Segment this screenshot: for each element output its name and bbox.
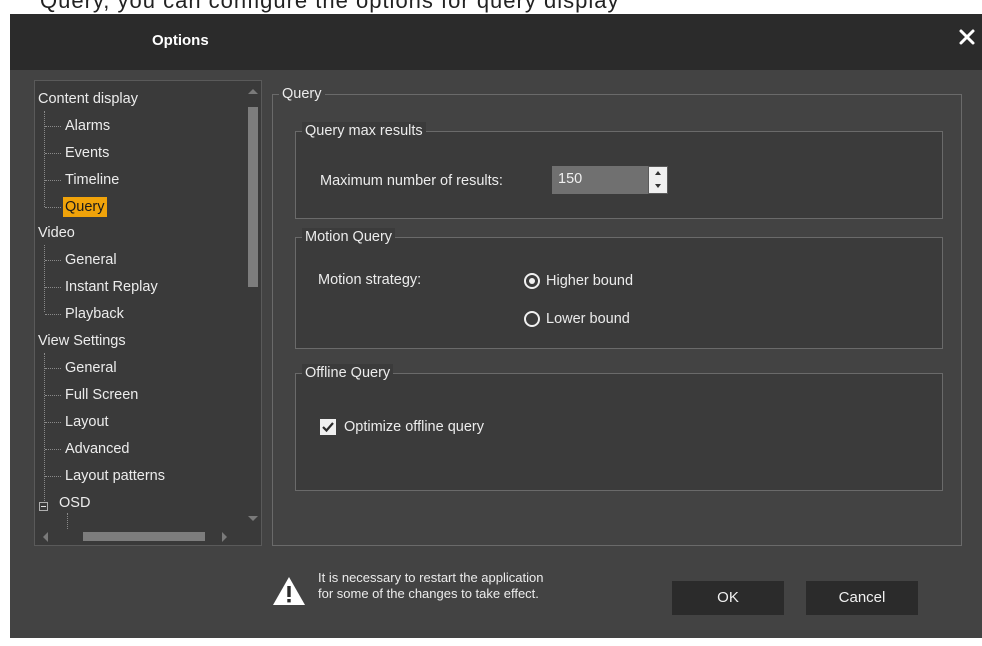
tree-item-label: Instant Replay	[65, 279, 158, 295]
tree-connector	[43, 248, 63, 272]
tree-list: Content display Alarms Events Timeline Q…	[35, 81, 245, 529]
tree-connector	[43, 464, 63, 488]
tree-item-video-general[interactable]: General	[43, 248, 119, 272]
offline-query-title: Offline Query	[302, 364, 394, 382]
query-max-results-title: Query max results	[302, 122, 426, 140]
tree-connector	[43, 410, 63, 434]
tree-item-video[interactable]: Video	[38, 221, 75, 245]
motion-strategy-label: Motion strategy:	[318, 272, 422, 288]
tree-connector	[43, 356, 63, 380]
tree-item-label: Events	[65, 145, 110, 161]
radio-higher-bound-label: Higher bound	[546, 273, 634, 289]
warning-icon	[273, 577, 305, 605]
optimize-offline-query-checkbox[interactable]: Optimize offline query	[320, 418, 540, 438]
tree-connector-line	[67, 513, 68, 529]
tree-item-label: View Settings	[38, 333, 126, 349]
scroll-thumb[interactable]	[248, 107, 258, 287]
restart-warning: It is necessary to restart the applicati…	[318, 570, 648, 602]
warning-line-1: It is necessary to restart the applicati…	[318, 570, 544, 585]
scroll-down-arrow-icon[interactable]	[248, 516, 258, 521]
tree-item-label: Full Screen	[65, 387, 139, 403]
cropped-text-line: Query, you can configure the options for…	[40, 0, 620, 13]
motion-query-title: Motion Query	[302, 228, 396, 246]
radio-checked-icon	[524, 273, 540, 289]
scroll-thumb[interactable]	[83, 532, 205, 541]
tree-connector	[43, 275, 63, 299]
optimize-offline-query-label: Optimize offline query	[344, 419, 484, 435]
tree-item-content-display[interactable]: Content display	[38, 87, 138, 111]
tree-item-instant-replay[interactable]: Instant Replay	[43, 275, 160, 299]
scroll-right-arrow-icon[interactable]	[222, 532, 227, 542]
tree-item-label: Playback	[65, 306, 124, 322]
tree-item-label: OSD	[59, 495, 91, 511]
radio-dot	[529, 278, 535, 284]
title-bar: Options	[10, 14, 982, 70]
checkbox-checked-icon	[320, 419, 336, 435]
close-button[interactable]	[956, 26, 978, 48]
max-results-value[interactable]: 150	[558, 171, 582, 187]
tree-item-label: Content display	[38, 91, 138, 107]
tree-connector	[43, 114, 63, 138]
radio-unchecked-icon	[524, 311, 540, 327]
ok-button[interactable]: OK	[672, 581, 784, 615]
radio-higher-bound[interactable]: Higher bound	[524, 272, 674, 292]
dialog-title: Options	[152, 32, 209, 49]
tree-item-label: General	[65, 252, 117, 268]
tree-connector	[43, 437, 63, 461]
max-results-label: Maximum number of results:	[320, 173, 503, 189]
tree-item-alarms[interactable]: Alarms	[43, 114, 112, 138]
spin-buttons	[648, 166, 668, 194]
tree-item-label: Video	[38, 225, 75, 241]
spin-down-icon[interactable]	[649, 180, 667, 193]
options-tree: Content display Alarms Events Timeline Q…	[34, 80, 262, 546]
tree-item-label: General	[65, 360, 117, 376]
tree-item-query[interactable]: Query	[43, 195, 107, 219]
tree-item-label: Query	[63, 197, 107, 217]
radio-lower-bound-label: Lower bound	[546, 311, 630, 327]
tree-item-layout[interactable]: Layout	[43, 410, 111, 434]
tree-item-label: Timeline	[65, 172, 120, 188]
tree-item-view-general[interactable]: General	[43, 356, 119, 380]
collapse-icon[interactable]	[39, 502, 48, 511]
tree-item-playback[interactable]: Playback	[43, 302, 126, 326]
tree-horizontal-scrollbar[interactable]	[35, 529, 245, 545]
query-group-title: Query	[279, 85, 325, 103]
tree-item-full-screen[interactable]: Full Screen	[43, 383, 140, 407]
tree-item-advanced[interactable]: Advanced	[43, 437, 132, 461]
scroll-up-arrow-icon[interactable]	[248, 89, 258, 94]
spin-up-icon[interactable]	[649, 167, 667, 180]
tree-vertical-scrollbar[interactable]	[245, 81, 261, 529]
warning-line-2: for some of the changes to take effect.	[318, 586, 539, 601]
cancel-button[interactable]: Cancel	[806, 581, 918, 615]
query-max-results-group: Query max results Maximum number of resu…	[295, 122, 943, 219]
tree-connector	[43, 195, 63, 219]
tree-item-layout-patterns[interactable]: Layout patterns	[43, 464, 167, 488]
checkmark-icon	[322, 422, 334, 433]
cropped-document-text: Query, you can configure the options for…	[0, 0, 982, 14]
tree-item-label: Alarms	[65, 118, 111, 134]
tree-item-label: Layout	[65, 414, 109, 430]
radio-lower-bound[interactable]: Lower bound	[524, 310, 674, 330]
tree-connector	[43, 168, 63, 192]
tree-item-timeline[interactable]: Timeline	[43, 168, 121, 192]
close-icon	[959, 29, 975, 45]
query-group: Query Query max results Maximum number o…	[272, 85, 962, 546]
motion-query-group: Motion Query Motion strategy: Higher bou…	[295, 228, 943, 349]
tree-item-label: Advanced	[65, 441, 130, 457]
scroll-left-arrow-icon[interactable]	[43, 532, 48, 542]
tree-item-label: Layout patterns	[65, 468, 165, 484]
max-results-spinbox[interactable]: 150	[552, 166, 668, 194]
options-dialog: Options Content display Alarms Events Ti…	[10, 14, 982, 638]
tree-item-events[interactable]: Events	[43, 141, 111, 165]
tree-connector	[43, 141, 63, 165]
tree-connector	[43, 302, 63, 326]
tree-item-osd[interactable]: OSD	[59, 491, 90, 515]
offline-query-group: Offline Query Optimize offline query	[295, 364, 943, 491]
tree-connector	[43, 383, 63, 407]
tree-item-view-settings[interactable]: View Settings	[38, 329, 126, 353]
